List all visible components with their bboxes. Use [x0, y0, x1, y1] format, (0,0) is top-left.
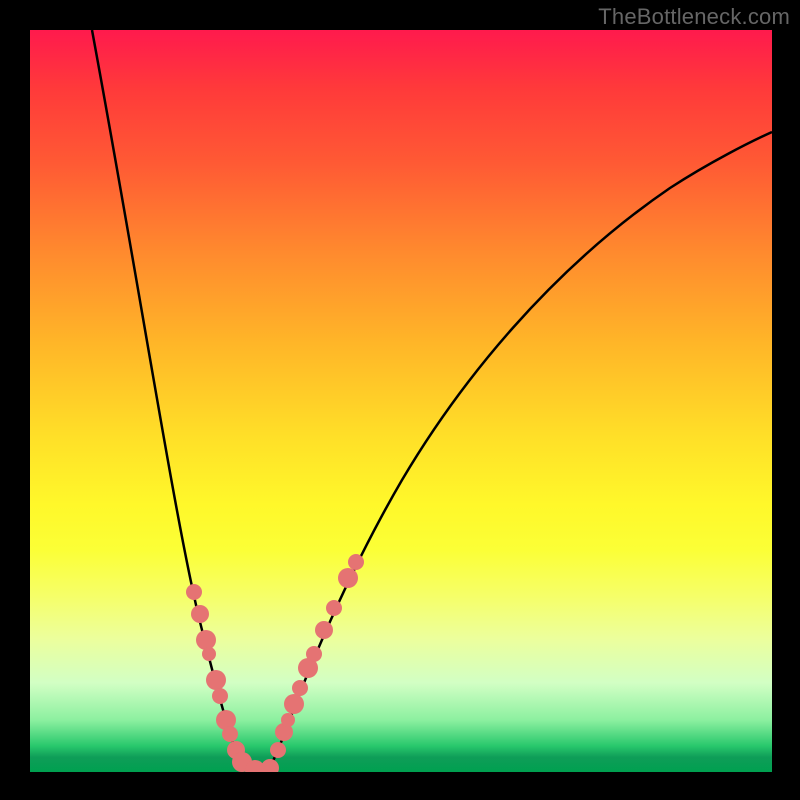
data-point: [281, 713, 295, 727]
data-point: [186, 584, 202, 600]
dots-right-group: [261, 554, 364, 772]
data-point: [338, 568, 358, 588]
data-point: [315, 621, 333, 639]
data-point: [270, 742, 286, 758]
curve-right: [268, 132, 772, 772]
data-point: [206, 670, 226, 690]
data-point: [284, 694, 304, 714]
curve-svg: [30, 30, 772, 772]
data-point: [306, 646, 322, 662]
curve-left: [92, 30, 248, 772]
data-point: [292, 680, 308, 696]
data-point: [326, 600, 342, 616]
data-point: [191, 605, 209, 623]
chart-frame: TheBottleneck.com: [0, 0, 800, 800]
data-point: [202, 647, 216, 661]
dots-left-group: [186, 584, 265, 772]
data-point: [261, 759, 279, 772]
data-point: [196, 630, 216, 650]
data-point: [348, 554, 364, 570]
watermark-text: TheBottleneck.com: [598, 4, 790, 30]
plot-area: [30, 30, 772, 772]
data-point: [212, 688, 228, 704]
data-point: [222, 726, 238, 742]
